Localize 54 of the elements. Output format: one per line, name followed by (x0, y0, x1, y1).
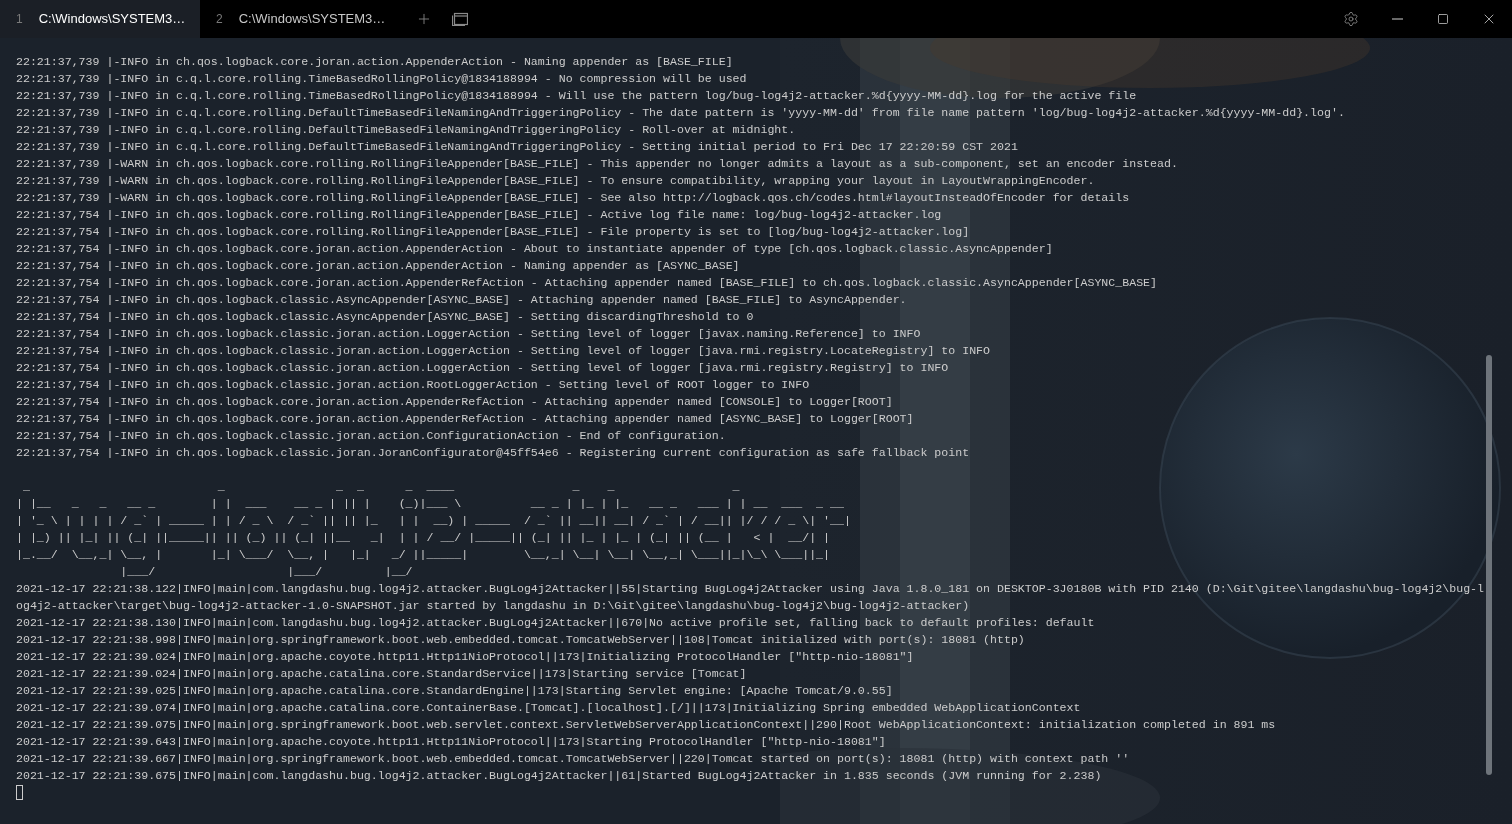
tab[interactable]: 1 C:\Windows\SYSTEM3… (0, 0, 200, 38)
terminal-line: 2021-12-17 22:21:38.130|INFO|main|com.langdashu.bug.log4j2.attacker.BugLog4j2Attacker||670|No active profile set, falling back to default profiles: default (16, 615, 1095, 631)
terminal-line: 2021-12-17 22:21:39.643|INFO|main|org.apache.coyote.http11.Http11NioProtocol||173|Starting ProtocolHandler ["http-nio-18081"] (16, 734, 886, 750)
terminal-line: | '_ \ | | | | / _` | _____ | | / _ \ / _` || || |_ | | __) | _____ / _` || __|| __| / _` | / __|| |/ / / _ \| '__| (16, 513, 851, 529)
terminal-line: |_.__/ \__,_| \__, | |_| \___/ \__, | |_| _/ ||_____| \__,_| \__| \__| \__,_| \___||_|\_\ \___||_| (16, 547, 830, 563)
terminal-line: 22:21:37,739 |-INFO in c.q.l.core.rolling.TimeBasedRollingPolicy@1834188994 - No compression will be used (16, 71, 747, 87)
terminal-line: | |_) || |_| || (_| ||_____|| || (_) || (_| ||__ _| | | / __/ |_____|| (_| || |_ | |_ | (_| || (__ | < | __/| | (16, 530, 830, 546)
terminal-line: 22:21:37,739 |-WARN in ch.qos.logback.core.rolling.RollingFileAppender[BASE_FILE] - This appender no longer admits a layout as a sub-component, set an encoder instead. (16, 156, 1178, 172)
terminal-line: 22:21:37,739 |-INFO in c.q.l.core.rolling.DefaultTimeBasedFileNamingAndTriggeringPolicy - Roll-over at midnight. (16, 122, 796, 138)
tab-number: 2 (216, 11, 223, 28)
terminal-line: 22:21:37,754 |-INFO in ch.qos.logback.classic.AsyncAppender[ASYNC_BASE] - Setting discardingThreshold to 0 (16, 309, 754, 325)
terminal-line: 2021-12-17 22:21:39.675|INFO|main|com.langdashu.bug.log4j2.attacker.BugLog4j2Attacker||61|Started BugLog4j2Attacker in 1.835 seconds (JVM running for 2.238) (16, 768, 1102, 784)
terminal-line: |___/ |___/ |__/ (119, 564, 413, 580)
terminal-line: 2021-12-17 22:21:39.024|INFO|main|org.apache.coyote.http11.Http11NioProtocol||173|Initializing ProtocolHandler ["http-nio-18081"] (16, 649, 914, 665)
terminal-line: 22:21:37,754 |-INFO in ch.qos.logback.classic.joran.action.RootLoggerAction - Setting level of ROOT logger to INFO (16, 377, 810, 393)
terminal-line: 22:21:37,754 |-INFO in ch.qos.logback.core.joran.action.AppenderRefAction - Attaching appender named [CONSOLE] to Logger[ROOT] (16, 394, 893, 410)
terminal-line: 22:21:37,754 |-INFO in ch.qos.logback.classic.joran.JoranConfigurator@45ff54e6 - Registering current configuration as safe fallback point (16, 445, 970, 461)
tab-title: C:\Windows\SYSTEM3… (38, 10, 186, 29)
terminal-line: 2021-12-17 22:21:39.667|INFO|main|org.springframework.boot.web.embedded.tomcat.TomcatWebServer||220|Tomcat started on port(s): 18081 (http) with context path '' (16, 751, 1130, 767)
new-tab-icon[interactable] (416, 11, 432, 27)
terminal-line: 22:21:37,739 |-WARN in ch.qos.logback.core.rolling.RollingFileAppender[BASE_FILE] - See also http://logback.qos.ch/codes.html#layoutInsteadOfEncoder for details (16, 190, 1130, 206)
terminal-line: 22:21:37,754 |-INFO in ch.qos.logback.classic.joran.action.LoggerAction - Setting level of logger [java.rmi.registry.LocateRegistry] to INFO (16, 343, 991, 359)
terminal-line: 22:21:37,754 |-INFO in ch.qos.logback.classic.joran.action.ConfigurationAction - End of configuration. (16, 428, 726, 444)
scrollbar[interactable] (1486, 355, 1492, 775)
terminal-line: 22:21:37,739 |-INFO in ch.qos.logback.core.joran.action.AppenderAction - Naming appender as [BASE_FILE] (16, 54, 733, 70)
terminal-line: 2021-12-17 22:21:39.025|INFO|main|org.apache.catalina.core.StandardEngine||173|Starting Servlet engine: [Apache Tomcat/9.0.55] (16, 683, 893, 699)
terminal-line: 22:21:37,739 |-INFO in c.q.l.core.rolling.TimeBasedRollingPolicy@1834188994 - Will use the pattern log/bug-log4j2-attacker.%d{yyyy-MM-dd}.log for the active file (16, 88, 1137, 104)
terminal-line: 22:21:37,754 |-INFO in ch.qos.logback.classic.AsyncAppender[ASYNC_BASE] - Attaching appender named [BASE_FILE] to AsyncAppender. (16, 292, 907, 308)
terminal-line: 22:21:37,754 |-INFO in ch.qos.logback.core.rolling.RollingFileAppender[BASE_FILE] - Active log file name: log/bug-log4j2-attacker.log (16, 207, 942, 223)
window-stack-icon[interactable] (452, 12, 468, 26)
terminal-line: 22:21:37,754 |-INFO in ch.qos.logback.classic.joran.action.LoggerAction - Setting level of logger [java.rmi.registry.Registry] to INFO (16, 360, 949, 376)
terminal-line: 2021-12-17 22:21:38.998|INFO|main|org.springframework.boot.web.embedded.tomcat.TomcatWebServer||108|Tomcat initialized with port(s): 18081 (http) (16, 632, 1025, 648)
maximize-icon (1437, 13, 1449, 25)
tab-number: 1 (16, 11, 23, 28)
minimize-icon (1391, 18, 1403, 20)
terminal-line: 22:21:37,754 |-INFO in ch.qos.logback.core.joran.action.AppenderRefAction - Attaching appender named [ASYNC_BASE] to Logger[ROOT] (16, 411, 914, 427)
terminal-line: 22:21:37,754 |-INFO in ch.qos.logback.core.rolling.RollingFileAppender[BASE_FILE] - File property is set to [log/bug-log4j2-attacker.log] (16, 224, 970, 240)
terminal-line: og4j2-attacker\target\bug-log4j2-attacker-1.0-SNAPSHOT.jar started by langdashu in D:\Git\gitee\langdashu\bug-log4j2\bug-log4j2-attacker) (16, 598, 970, 614)
tab-title: C:\Windows\SYSTEM3… (238, 10, 386, 29)
cursor-icon (16, 785, 23, 800)
terminal-line: 2021-12-17 22:21:39.074|INFO|main|org.apache.catalina.core.ContainerBase.[Tomcat].[localhost].[/]||173|Initializing Spring embedded WebApplicationContext (16, 700, 1081, 716)
terminal-line: _ _ _ _ _ ____ _ _ _ (21, 479, 740, 495)
terminal-line: 22:21:37,739 |-INFO in c.q.l.core.rolling.DefaultTimeBasedFileNamingAndTriggeringPolicy - The date pattern is 'yyyy-MM-dd' from file name pattern 'log/bug-log4j2-attacker.%d{yyyy-MM-dd}.log'. (16, 105, 1345, 121)
terminal-line: 2021-12-17 22:21:39.075|INFO|main|org.springframework.boot.web.servlet.context.ServletWebServerApplicationContext||290|Root WebApplicationContext: initialization completed in 891 ms (16, 717, 1276, 733)
terminal-line: | |__ _ _ __ _ | | ___ __ _ | || | (_)|___ \ __ _ | |_ | |_ __ _ ___ | | __ ___ _ __ (16, 496, 844, 512)
terminal-line: 22:21:37,754 |-INFO in ch.qos.logback.core.joran.action.AppenderRefAction - Attaching appender named [BASE_FILE] to ch.qos.logback.classic.AsyncAppender[ASYNC_BASE] (16, 275, 1157, 291)
settings-icon (1343, 11, 1359, 27)
terminal-line: 22:21:37,754 |-INFO in ch.qos.logback.classic.joran.action.LoggerAction - Setting level of logger [javax.naming.Reference] to INFO (16, 326, 921, 342)
terminal-line: 22:21:37,739 |-WARN in ch.qos.logback.core.rolling.RollingFileAppender[BASE_FILE] - To ensure compatibility, wrapping your layout in LayoutWrappingEncoder. (16, 173, 1095, 189)
terminal-line: 22:21:37,739 |-INFO in c.q.l.core.rolling.DefaultTimeBasedFileNamingAndTriggeringPolicy - Setting initial period to Fri Dec 17 22:20:59 CST 2021 (16, 139, 1018, 155)
terminal-line: 2021-12-17 22:21:38.122|INFO|main|com.langdashu.bug.log4j2.attacker.BugLog4j2Attacker||55|Starting BugLog4j2Attacker using Java 1.8.0_181 on DESKTOP-3J0180B with PID 2140 (D:\Git\gitee\langdashu\bug-log4j2\bug-l (16, 581, 1484, 597)
terminal-line: 22:21:37,754 |-INFO in ch.qos.logback.core.joran.action.AppenderAction - Naming appender as [ASYNC_BASE] (16, 258, 740, 274)
terminal-line: 2021-12-17 22:21:39.024|INFO|main|org.apache.catalina.core.StandardService||173|Starting service [Tomcat] (16, 666, 747, 682)
terminal-line: 22:21:37,754 |-INFO in ch.qos.logback.core.joran.action.AppenderAction - About to instantiate appender of type [ch.qos.logback.classic.AsyncAppender] (16, 241, 1053, 257)
